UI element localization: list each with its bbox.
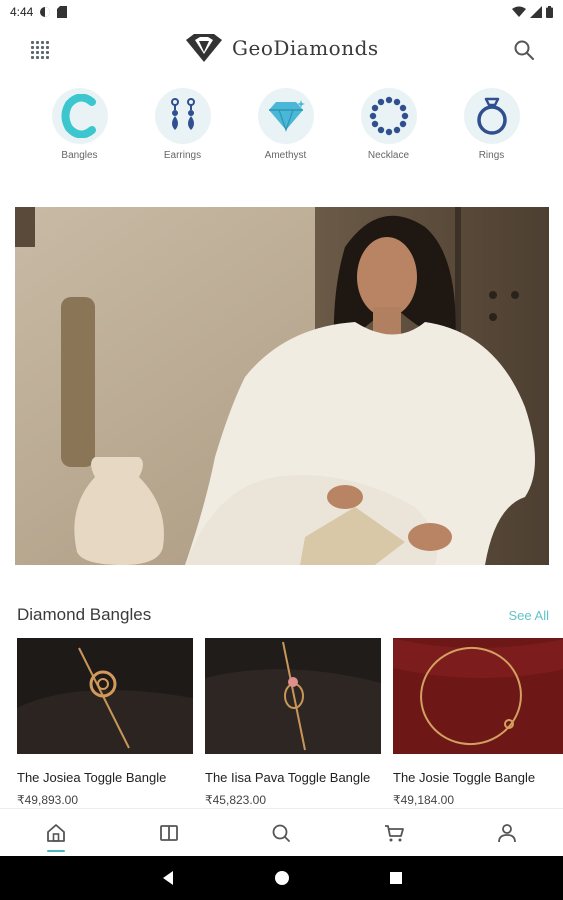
section-title: Diamond Bangles [17,605,152,624]
product-card[interactable]: The Iisa Pava Toggle Bangle ₹45,823.00 [205,638,381,808]
profile-icon [497,823,516,842]
grid-menu-icon[interactable] [28,38,52,62]
app-header: GeoDiamonds [0,24,563,74]
back-icon[interactable] [160,870,176,886]
section-header: Diamond Bangles See All [17,604,563,626]
product-price: ₹49,184.00 [393,793,455,807]
nav-search[interactable] [225,809,338,856]
brand-logo[interactable]: GeoDiamonds [184,32,379,64]
vpn-icon [40,7,51,17]
signal-icon [530,6,542,18]
product-carousel[interactable]: The Josiea Toggle Bangle ₹49,893.00 The … [17,638,563,808]
category-necklace[interactable]: Necklace [337,88,440,168]
category-label: Rings [478,150,505,161]
nav-profile[interactable] [450,809,563,856]
category-label: Amethyst [264,150,307,161]
category-bangles[interactable]: Bangles [28,88,131,168]
category-row: Bangles Earrings Amethyst Necklace Rings [0,88,563,168]
category-rings[interactable]: Rings [440,88,543,168]
diamond-gem-icon [257,88,314,144]
battery-icon [546,6,553,18]
hero-banner-image[interactable] [15,207,549,565]
nav-home[interactable] [0,809,113,856]
sd-card-icon [57,6,68,18]
home-button-icon[interactable] [274,870,290,886]
product-image[interactable] [17,638,193,754]
category-amethyst[interactable]: Amethyst [234,88,337,168]
home-icon [47,823,66,842]
bangle-c-icon [51,88,108,144]
product-name: The Josiea Toggle Bangle [17,770,167,785]
product-image[interactable] [205,638,381,754]
category-label: Earrings [163,150,202,161]
product-card[interactable]: The Josie Toggle Bangle ₹49,184.00 [393,638,563,808]
recents-icon[interactable] [388,870,404,886]
category-label: Bangles [61,150,98,161]
wifi-icon [512,6,526,17]
see-all-link[interactable]: See All [509,608,549,623]
catalog-icon [159,824,178,841]
product-price: ₹45,823.00 [205,793,267,807]
system-nav-bar [0,856,563,900]
active-indicator [47,850,66,852]
search-icon[interactable] [512,38,536,62]
product-price: ₹49,893.00 [17,793,79,807]
bottom-nav [0,808,563,856]
diamond-logo-icon [186,34,222,62]
product-name: The Iisa Pava Toggle Bangle [205,770,371,785]
product-card[interactable]: The Josiea Toggle Bangle ₹49,893.00 [17,638,193,808]
status-bar: 4:44 [0,0,563,24]
cart-icon [385,824,404,841]
ring-icon [463,88,520,144]
status-time: 4:44 [10,5,34,19]
necklace-icon [360,88,417,144]
category-earrings[interactable]: Earrings [131,88,234,168]
search-icon [273,824,291,842]
product-name: The Josie Toggle Bangle [393,770,536,785]
nav-cart[interactable] [338,809,451,856]
nav-catalog[interactable] [113,809,226,856]
category-label: Necklace [367,150,410,161]
product-image[interactable] [393,638,563,754]
earrings-icon [154,88,211,144]
brand-name: GeoDiamonds [232,36,379,60]
